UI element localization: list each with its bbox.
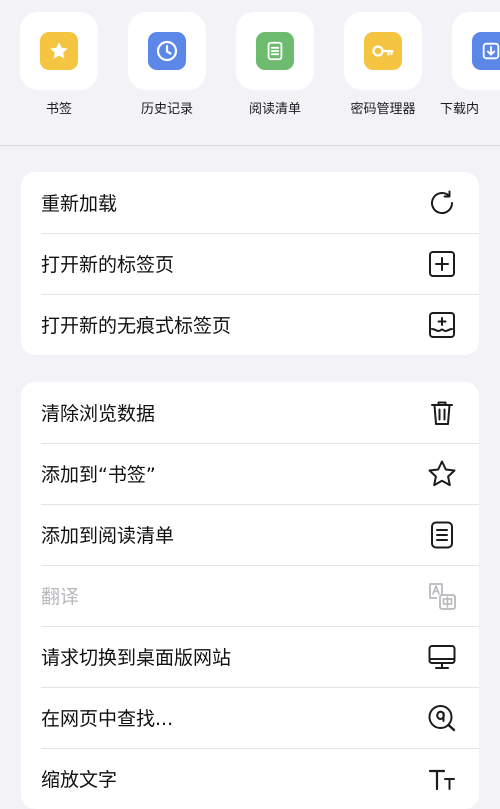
menu-group-page: 重新加载 打开新的标签页 打开新的无痕式标签页 (21, 172, 479, 355)
menu-item-label: 打开新的标签页 (41, 254, 175, 276)
new-tab-icon (425, 247, 459, 281)
clock-icon (148, 32, 186, 70)
menu-item-label: 缩放文字 (41, 769, 118, 791)
menu-item-new-tab[interactable]: 打开新的标签页 (21, 233, 479, 294)
trash-icon (425, 396, 459, 430)
quick-action-password-manager[interactable]: 密码管理器 (344, 12, 422, 132)
quick-action-downloads[interactable]: 下载内 (440, 12, 500, 132)
menu-item-add-reading-list[interactable]: 添加到阅读清单 (21, 504, 479, 565)
translate-icon (425, 579, 459, 613)
quick-action-label: 阅读清单 (248, 102, 301, 117)
reload-icon (425, 186, 459, 220)
reading-list-icon (425, 518, 459, 552)
menu-item-reload[interactable]: 重新加载 (21, 172, 479, 233)
divider (0, 145, 500, 146)
menu-item-text-zoom[interactable]: 缩放文字 (21, 748, 479, 809)
quick-action-label: 密码管理器 (350, 102, 416, 117)
text-zoom-icon (425, 762, 459, 796)
reading-list-icon (256, 32, 294, 70)
menu-item-label: 打开新的无痕式标签页 (41, 315, 232, 337)
quick-action-label: 下载内 (440, 102, 480, 117)
quick-action-reading-list[interactable]: 阅读清单 (236, 12, 314, 132)
incognito-tab-icon (425, 308, 459, 342)
download-icon (472, 32, 500, 70)
menu-item-label: 重新加载 (41, 193, 118, 215)
menu-item-find-in-page[interactable]: 在网页中查找... (21, 687, 479, 748)
menu-item-label: 在网页中查找... (41, 708, 174, 730)
star-outline-icon (425, 457, 459, 491)
menu-item-add-bookmark[interactable]: 添加到“书签” (21, 443, 479, 504)
find-in-page-icon (425, 701, 459, 735)
quick-actions-row: 书签 历史记录 阅读清单 密码管理器 下载内 (0, 0, 500, 145)
menu-item-clear-browsing-data[interactable]: 清除浏览数据 (21, 382, 479, 443)
star-icon (40, 32, 78, 70)
menu-item-request-desktop-site[interactable]: 请求切换到桌面版网站 (21, 626, 479, 687)
menu-item-label: 请求切换到桌面版网站 (41, 647, 232, 669)
key-icon (364, 32, 402, 70)
quick-action-bookmarks[interactable]: 书签 (20, 12, 98, 132)
quick-action-history[interactable]: 历史记录 (128, 12, 206, 132)
menu-item-new-incognito-tab[interactable]: 打开新的无痕式标签页 (21, 294, 479, 355)
menu-item-label: 清除浏览数据 (41, 403, 156, 425)
menu-item-translate[interactable]: 翻译 (21, 565, 479, 626)
menu-item-label: 翻译 (41, 586, 80, 608)
desktop-icon (425, 640, 459, 674)
quick-action-label: 历史记录 (140, 102, 193, 117)
menu-item-label: 添加到阅读清单 (41, 525, 175, 547)
menu-item-label: 添加到“书签” (41, 464, 156, 486)
quick-action-label: 书签 (45, 102, 72, 117)
menu-group-actions: 清除浏览数据 添加到“书签” 添加到阅读清单 翻译 请求切换到桌面版网站 在网页… (21, 382, 479, 809)
